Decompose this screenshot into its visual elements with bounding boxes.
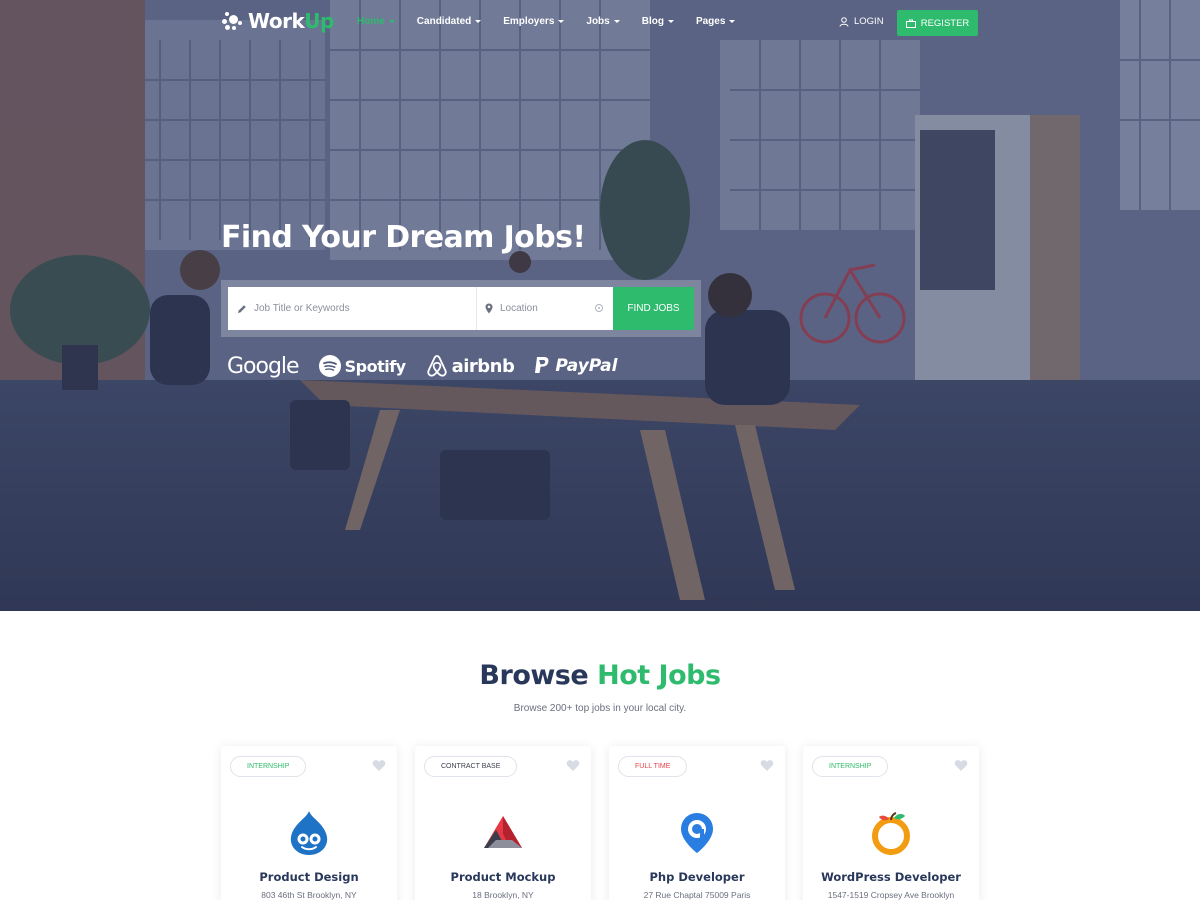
- title-part-hot-jobs: Hot Jobs: [597, 660, 721, 691]
- brand-name: airbnb: [451, 355, 515, 377]
- location-pin-icon: [681, 813, 713, 853]
- job-card[interactable]: INTERNSHIP Product Design 803 46th St Br…: [221, 746, 397, 900]
- google-logo: Google: [227, 353, 300, 379]
- nav-item-label: Pages: [695, 16, 726, 27]
- brand-name: Google: [227, 353, 300, 379]
- heart-icon[interactable]: [760, 759, 774, 772]
- nav-item-label: Home: [357, 16, 385, 27]
- job-address: 27 Rue Chaptal 75009 Paris: [643, 890, 751, 900]
- job-type-badge: FULL TIME: [618, 756, 688, 777]
- brand-name: Spotify: [344, 356, 407, 376]
- pencil-icon: [238, 304, 246, 313]
- job-type-badge: INTERNSHIP: [812, 756, 889, 777]
- job-card[interactable]: INTERNSHIP WordPress Developer 1547-1519…: [803, 746, 979, 900]
- user-icon: [839, 16, 849, 27]
- nav-item-blog[interactable]: Blog: [642, 16, 674, 27]
- job-title: WordPress Developer: [821, 870, 961, 884]
- logo-text-up: Up: [304, 9, 334, 33]
- chevron-down-icon: [475, 20, 482, 23]
- logo-text-work: Work: [248, 9, 305, 33]
- browse-section-title: Browse Hot Jobs: [0, 660, 1200, 691]
- map-marker-icon: [485, 303, 493, 314]
- airbnb-logo: airbnb: [426, 354, 515, 378]
- keyword-placeholder: Job Title or Keywords: [254, 303, 350, 314]
- login-link[interactable]: LOGIN: [839, 16, 884, 27]
- hero-title: Find Your Dream Jobs!: [221, 220, 586, 255]
- triangle-icon: [484, 816, 522, 848]
- job-address: 1547-1519 Cropsey Ave Brooklyn: [827, 890, 955, 900]
- location-input[interactable]: Location: [477, 287, 613, 330]
- logo-icon: [222, 10, 244, 32]
- company-logo: [866, 810, 916, 856]
- register-label: REGISTER: [920, 17, 970, 29]
- nav-item-pages[interactable]: Pages: [695, 16, 736, 27]
- keyword-input[interactable]: Job Title or Keywords: [228, 287, 477, 330]
- location-placeholder: Location: [500, 303, 538, 314]
- partner-logos: Google Spotify airbnb PayPal: [227, 351, 637, 381]
- nav-item-label: Jobs: [586, 16, 610, 27]
- paypal-logo: PayPal: [534, 356, 617, 376]
- browse-section-subtitle: Browse 200+ top jobs in your local city.: [513, 703, 687, 714]
- chevron-down-icon: [667, 20, 674, 23]
- paypal-icon: [535, 357, 549, 373]
- hero-section: WorkUp Home Candidated Employers Jobs Bl…: [0, 0, 1200, 611]
- spotify-logo: Spotify: [318, 355, 407, 377]
- job-title: Product Design: [259, 870, 359, 884]
- nav-item-home[interactable]: Home: [357, 16, 395, 27]
- search-bar: Job Title or Keywords Location FIND JOBS: [228, 287, 694, 330]
- chevron-down-icon: [729, 20, 736, 23]
- job-address: 18 Brooklyn, NY: [472, 890, 534, 900]
- logo-text: WorkUp: [248, 9, 334, 33]
- chevron-down-icon: [558, 20, 565, 23]
- main-menu: Home Candidated Employers Jobs Blog Page…: [357, 16, 757, 27]
- job-card[interactable]: FULL TIME Php Developer 27 Rue Chaptal 7…: [609, 746, 785, 900]
- job-search-form: Job Title or Keywords Location FIND JOBS: [221, 280, 701, 337]
- heart-icon[interactable]: [372, 759, 386, 772]
- job-type-badge: CONTRACT BASE: [424, 756, 518, 777]
- top-navigation: WorkUp Home Candidated Employers Jobs Bl…: [0, 0, 1200, 46]
- locate-me-icon[interactable]: [595, 304, 603, 312]
- job-card[interactable]: CONTRACT BASE Product Mockup 18 Brooklyn…: [415, 746, 591, 900]
- site-logo[interactable]: WorkUp: [222, 9, 334, 33]
- brand-name: PayPal: [555, 356, 618, 376]
- company-logo: [284, 810, 334, 856]
- company-logo: [672, 810, 722, 856]
- company-logo: [478, 810, 528, 856]
- login-label: LOGIN: [854, 16, 884, 27]
- job-address: 803 46th St Brooklyn, NY: [261, 890, 357, 900]
- nav-item-label: Employers: [503, 16, 555, 27]
- drupal-icon: [290, 811, 328, 855]
- chevron-down-icon: [613, 20, 620, 23]
- nav-item-jobs[interactable]: Jobs: [586, 16, 620, 27]
- heart-icon[interactable]: [954, 759, 968, 772]
- find-jobs-button[interactable]: FIND JOBS: [613, 287, 694, 330]
- briefcase-icon: [905, 19, 916, 28]
- nav-item-label: Blog: [641, 16, 664, 27]
- chevron-down-icon: [388, 20, 395, 23]
- job-title: Php Developer: [649, 870, 745, 884]
- nav-item-employers[interactable]: Employers: [503, 16, 565, 27]
- nav-item-label: Candidated: [416, 16, 472, 27]
- spotify-icon: [318, 355, 341, 377]
- job-type-badge: INTERNSHIP: [230, 756, 307, 777]
- heart-icon[interactable]: [566, 759, 580, 772]
- job-title: Product Mockup: [450, 870, 556, 884]
- title-part-browse: Browse: [479, 660, 589, 691]
- orange-icon: [872, 812, 910, 855]
- register-button[interactable]: REGISTER: [897, 10, 978, 36]
- nav-item-candidated[interactable]: Candidated: [416, 16, 482, 27]
- airbnb-icon: [426, 355, 447, 377]
